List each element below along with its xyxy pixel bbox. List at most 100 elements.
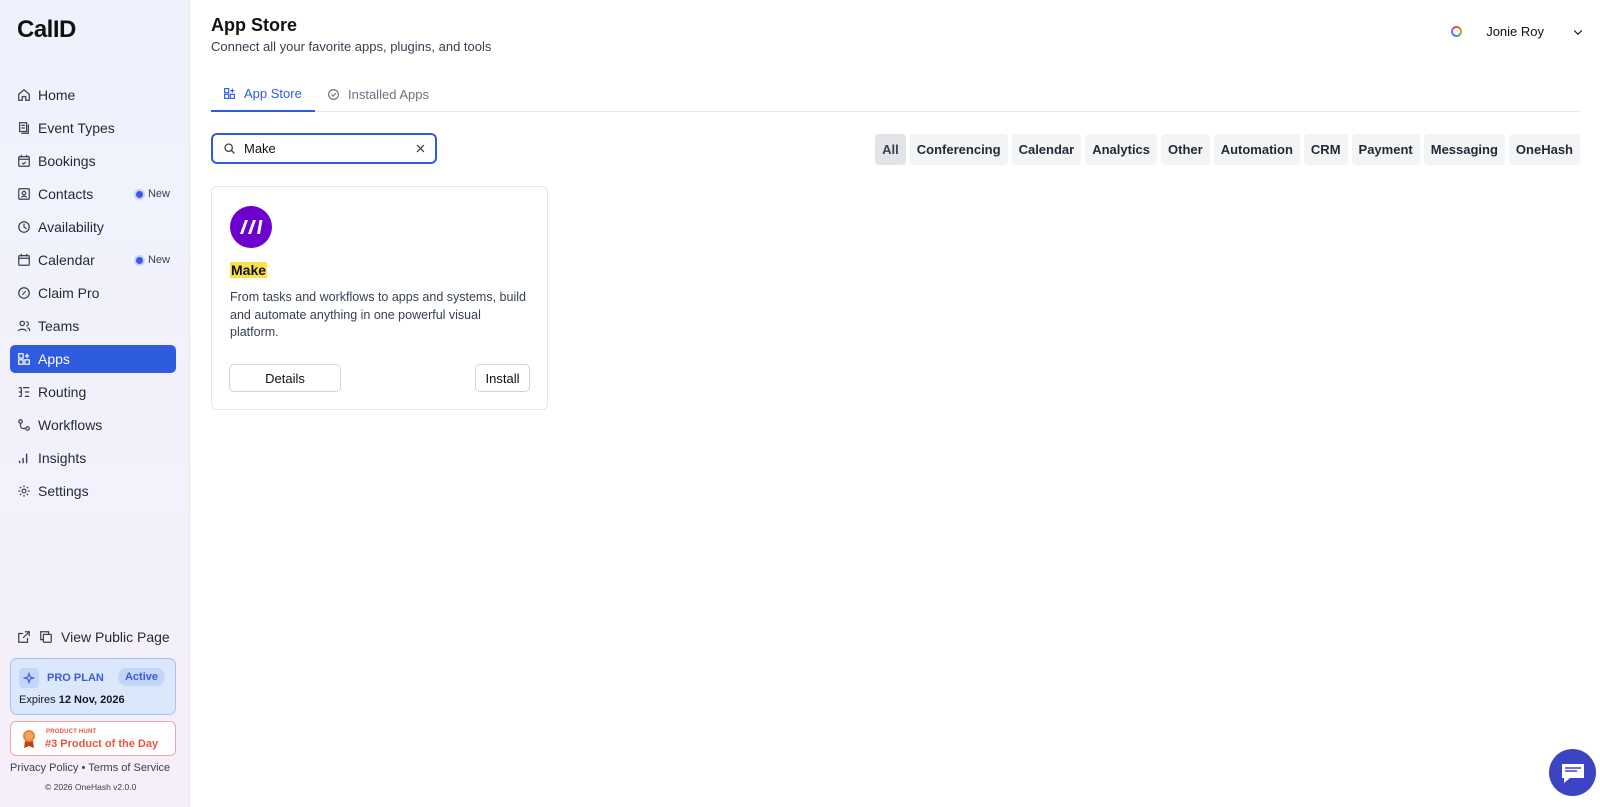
user-name: Jonie Roy: [1486, 24, 1544, 39]
check-circle-icon: [328, 88, 339, 100]
search-input[interactable]: Make: [211, 133, 437, 164]
tab-app-store[interactable]: App Store: [211, 76, 315, 112]
filter-automation[interactable]: Automation: [1213, 134, 1300, 165]
sidebar-item-teams[interactable]: Teams: [10, 312, 176, 340]
pro-plan-card[interactable]: PRO PLAN Active Expires 12 Nov, 2026: [10, 658, 176, 715]
chat-button[interactable]: [1549, 749, 1596, 796]
tab-bar: App Store Installed Apps: [211, 76, 1581, 112]
pro-plan-header: PRO PLAN: [19, 668, 104, 688]
sidebar-item-insights[interactable]: Insights: [10, 444, 176, 472]
sidebar-item-routing[interactable]: Routing: [10, 378, 176, 406]
filter-other[interactable]: Other: [1161, 134, 1210, 165]
logo[interactable]: CalID: [17, 16, 76, 44]
sidebar-item-label: Event Types: [38, 120, 115, 136]
calendar-check-icon: [17, 154, 31, 168]
badge-dot-icon: [135, 256, 143, 264]
routing-icon: [17, 385, 31, 399]
tab-installed-apps[interactable]: Installed Apps: [315, 76, 441, 112]
badge-dot-icon: [135, 190, 143, 198]
privacy-policy-link[interactable]: Privacy Policy: [10, 762, 78, 774]
users-icon: [17, 319, 31, 333]
plan-expiry-label: Expires: [19, 694, 56, 706]
sidebar-item-label: Bookings: [38, 153, 96, 169]
sidebar-item-workflows[interactable]: Workflows: [10, 411, 176, 439]
sidebar-item-label: Routing: [38, 384, 87, 400]
tab-label: App Store: [244, 85, 302, 101]
plan-name: PRO PLAN: [47, 672, 104, 684]
event-types-icon: [17, 121, 31, 135]
filter-onehash[interactable]: OneHash: [1508, 134, 1580, 165]
sidebar-item-label: Teams: [38, 318, 80, 334]
copy-icon[interactable]: [39, 630, 53, 644]
new-badge: New: [135, 254, 170, 266]
workflow-icon: [17, 418, 31, 432]
sidebar-item-calendar[interactable]: Calendar New: [10, 246, 176, 274]
medal-icon: [23, 730, 35, 748]
sidebar-item-label: Insights: [38, 450, 87, 466]
terms-of-service-link[interactable]: Terms of Service: [88, 762, 170, 774]
product-hunt-badge[interactable]: PRODUCT HUNT #3 Product of the Day: [10, 721, 176, 756]
view-public-page-label: View Public Page: [61, 629, 170, 645]
new-badge: New: [135, 188, 170, 200]
sidebar-item-contacts[interactable]: Contacts New: [10, 180, 176, 208]
sidebar-item-label: Apps: [38, 351, 70, 367]
filter-conferencing[interactable]: Conferencing: [909, 134, 1008, 165]
tab-label: Installed Apps: [348, 86, 429, 102]
app-card[interactable]: Make From tasks and workflows to apps an…: [211, 186, 548, 410]
user-menu[interactable]: Jonie Roy: [1451, 24, 1584, 39]
home-icon: [17, 88, 31, 102]
chevron-down-icon[interactable]: [1572, 26, 1584, 38]
sidebar: CalID Home Event Types Bookings Contacts…: [0, 0, 190, 807]
sidebar-item-settings[interactable]: Settings: [10, 477, 176, 505]
sidebar-item-claim-pro[interactable]: Claim Pro: [10, 279, 176, 307]
search-value[interactable]: Make: [244, 141, 413, 156]
plan-status-badge: Active: [117, 668, 165, 686]
sidebar-item-apps[interactable]: Apps: [10, 345, 176, 373]
chat-bubble-icon: [1561, 763, 1584, 783]
make-logo-icon: [230, 206, 272, 248]
footer-separator: •: [81, 762, 86, 774]
sidebar-item-label: Availability: [38, 219, 104, 235]
external-link-icon: [18, 631, 30, 643]
filter-crm[interactable]: CRM: [1303, 134, 1348, 165]
sidebar-item-availability[interactable]: Availability: [10, 213, 176, 241]
badge-icon: [17, 286, 31, 300]
plan-expiry-date: 12 Nov, 2026: [58, 694, 125, 706]
sidebar-item-home[interactable]: Home: [10, 81, 176, 109]
sidebar-nav: Home Event Types Bookings Contacts New A…: [10, 81, 176, 510]
install-button[interactable]: Install: [475, 364, 530, 392]
app-name: Make: [230, 262, 268, 278]
page-title: App Store: [211, 15, 298, 35]
filter-messaging[interactable]: Messaging: [1423, 134, 1505, 165]
clock-icon: [17, 220, 31, 234]
contacts-icon: [17, 187, 31, 201]
category-filters: All Conferencing Calendar Analytics Othe…: [871, 134, 1580, 165]
main-content: App Store Connect all your favorite apps…: [191, 0, 1600, 807]
product-hunt-rank: #3 Product of the Day: [45, 738, 159, 750]
sidebar-item-event-types[interactable]: Event Types: [10, 114, 176, 142]
sidebar-item-label: Contacts: [38, 186, 94, 202]
search-icon: [224, 143, 235, 154]
sparkle-icon: [19, 668, 39, 688]
product-hunt-label: PRODUCT HUNT: [46, 729, 97, 735]
grid-plus-icon: [224, 87, 235, 99]
footer-links: Privacy Policy • Terms of Service: [10, 762, 170, 774]
sidebar-item-label: Home: [38, 87, 76, 103]
status-ring-icon: [1451, 26, 1463, 37]
filter-all[interactable]: All: [875, 134, 906, 165]
close-icon[interactable]: [413, 142, 427, 156]
gear-icon: [17, 484, 31, 498]
sidebar-item-label: Settings: [38, 483, 89, 499]
page-subtitle: Connect all your favorite apps, plugins,…: [211, 39, 492, 54]
badge-label: New: [147, 254, 170, 266]
filter-analytics[interactable]: Analytics: [1085, 134, 1158, 165]
sidebar-item-bookings[interactable]: Bookings: [10, 147, 176, 175]
app-description: From tasks and workflows to apps and sys…: [230, 290, 526, 339]
view-public-page-link[interactable]: View Public Page: [17, 629, 170, 645]
grid-plus-icon: [17, 352, 31, 366]
filter-payment[interactable]: Payment: [1351, 134, 1420, 165]
details-button[interactable]: Details: [229, 364, 341, 392]
filter-calendar[interactable]: Calendar: [1011, 134, 1082, 165]
sidebar-item-label: Calendar: [38, 252, 95, 268]
calendar-icon: [17, 253, 31, 267]
